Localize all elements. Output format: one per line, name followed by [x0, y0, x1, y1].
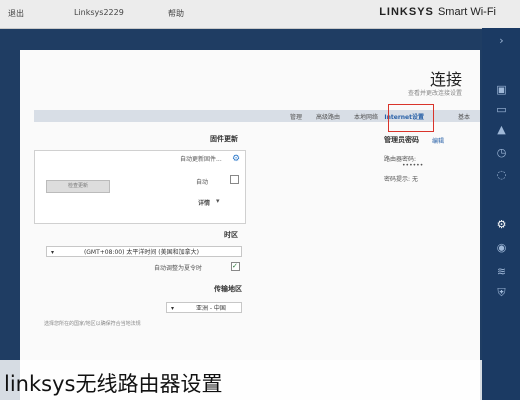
- chevron-right-icon[interactable]: ›: [495, 34, 508, 47]
- router-icon[interactable]: ▭: [495, 103, 508, 116]
- device-icon[interactable]: ▣: [495, 83, 508, 96]
- wrench-icon[interactable]: ▲: [495, 123, 508, 136]
- firmware-heading: 固件更新: [210, 135, 238, 143]
- region-select[interactable]: ▾ 亚洲 - 中国: [166, 302, 242, 313]
- help-link[interactable]: 帮助: [168, 8, 184, 19]
- hint-label: 密码提示:: [384, 176, 411, 183]
- settings-gear-icon[interactable]: ⚙: [232, 154, 240, 164]
- shield-icon[interactable]: ⛨: [495, 286, 508, 299]
- dst-label: 自动调整为夏令时: [154, 265, 203, 272]
- edit-link[interactable]: 编辑: [432, 136, 444, 145]
- auto-checkbox[interactable]: [230, 175, 239, 184]
- tab-local-network[interactable]: 本地网络: [354, 112, 378, 121]
- tab-advanced-routing[interactable]: 高级路由: [316, 112, 340, 121]
- region-note: 选择您所在的国家/地区以确保符合当地法规: [44, 321, 141, 327]
- password-value: ••••••: [402, 162, 424, 169]
- timezone-select[interactable]: ▾ (GMT+08:00) 太平洋时间 (美国和加拿大): [46, 246, 242, 257]
- caption-text: linksys无线路由器设置: [4, 372, 223, 396]
- camera-icon[interactable]: ◉: [495, 241, 508, 254]
- caption-bar: linksys无线路由器设置: [0, 360, 482, 400]
- logout-link[interactable]: 退出: [8, 8, 24, 19]
- page-title: 连接: [429, 70, 462, 89]
- dst-checkbox[interactable]: ✓: [231, 262, 240, 271]
- firmware-status: 自动更新固件...: [180, 156, 222, 163]
- caret-down-icon[interactable]: ▾: [216, 197, 220, 205]
- right-sidebar: › ▣ ▭ ▲ ◷ ◌ ⚙ ◉ ≋ ⛨: [482, 28, 520, 400]
- admin-heading: 管理员密码: [384, 136, 419, 144]
- region-heading: 传输地区: [214, 285, 242, 293]
- router-name[interactable]: Linksys2229: [74, 8, 124, 17]
- tab-basic[interactable]: 基本: [458, 112, 470, 121]
- gear-icon[interactable]: ⚙: [495, 218, 508, 231]
- highlight-box: [388, 104, 434, 132]
- clock-icon[interactable]: ◷: [495, 146, 508, 159]
- auto-label: 自动: [196, 179, 209, 186]
- timezone-heading: 时区: [224, 231, 238, 239]
- check-update-button[interactable]: 检查更新: [46, 180, 110, 193]
- top-bar: 退出 Linksys2229 帮助 LINKSYS Smart Wi-Fi: [0, 0, 520, 29]
- settings-card: 连接 查看并更改连接设置 基本 Internet设置 本地网络 高级路由 管理 …: [20, 50, 480, 400]
- page-subtitle: 查看并更改连接设置: [407, 90, 462, 97]
- refresh-icon[interactable]: ◌: [495, 168, 508, 181]
- hint-value: 无: [412, 176, 419, 183]
- tab-admin[interactable]: 管理: [290, 112, 302, 121]
- linksys-logo: LINKSYS Smart Wi-Fi: [379, 6, 496, 18]
- wifi-icon[interactable]: ≋: [495, 265, 508, 278]
- details-toggle[interactable]: 详情: [198, 198, 210, 207]
